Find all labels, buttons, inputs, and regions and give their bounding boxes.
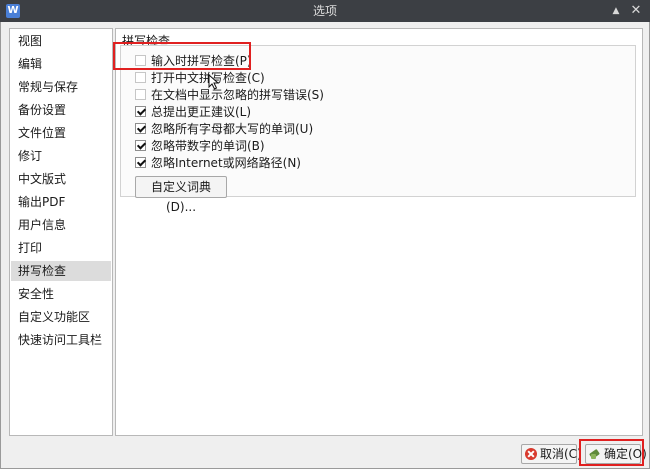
sidebar-item-revision[interactable]: 修订: [11, 146, 111, 166]
title-bar: W 选项 ▲ ✕: [0, 0, 650, 22]
sidebar-item-user-info[interactable]: 用户信息: [11, 215, 111, 235]
sidebar-item-export-pdf[interactable]: 输出PDF: [11, 192, 111, 212]
sidebar-item-customize-ribbon[interactable]: 自定义功能区: [11, 307, 111, 327]
checkbox-show-ignored-errors[interactable]: [135, 89, 146, 100]
sidebar-item-backup[interactable]: 备份设置: [11, 100, 111, 120]
cancel-icon: [525, 448, 537, 460]
close-icon[interactable]: ✕: [628, 3, 644, 19]
ok-button[interactable]: 确定(O): [585, 444, 647, 464]
sidebar-item-spellcheck[interactable]: 拼写检查: [11, 261, 111, 281]
sidebar-item-general-save[interactable]: 常规与保存: [11, 77, 111, 97]
option-always-suggest[interactable]: 总提出更正建议(L): [135, 104, 251, 120]
sidebar-item-security[interactable]: 安全性: [11, 284, 111, 304]
option-label: 忽略Internet或网络路径(N): [151, 156, 301, 170]
ok-label: 确定(O): [604, 447, 647, 461]
checkbox-ignore-numbers[interactable]: [135, 140, 146, 151]
cancel-button[interactable]: 取消(C): [521, 444, 582, 464]
settings-panel: 拼写检查 输入时拼写检查(P) 打开中文拼写检查(C) 在文档中显示忽略的拼写错…: [115, 28, 643, 436]
collapse-icon[interactable]: ▲: [608, 3, 624, 19]
checkbox-ignore-uppercase[interactable]: [135, 123, 146, 134]
option-label: 在文档中显示忽略的拼写错误(S): [151, 88, 324, 102]
option-label: 忽略带数字的单词(B): [151, 139, 265, 153]
custom-dictionary-button[interactable]: 自定义词典(D)...: [135, 176, 227, 214]
sidebar: 视图 编辑 常规与保存 备份设置 文件位置 修订 中文版式 输出PDF 用户信息…: [9, 28, 113, 436]
option-ignore-uppercase[interactable]: 忽略所有字母都大写的单词(U): [135, 121, 313, 137]
sidebar-item-quick-access-toolbar[interactable]: 快速访问工具栏: [11, 330, 111, 350]
option-chinese-spellcheck[interactable]: 打开中文拼写检查(C): [135, 70, 265, 86]
checkbox-chinese-spellcheck[interactable]: [135, 72, 146, 83]
option-check-while-typing[interactable]: 输入时拼写检查(P): [135, 53, 252, 69]
option-ignore-internet[interactable]: 忽略Internet或网络路径(N): [135, 155, 301, 171]
checkbox-ignore-internet[interactable]: [135, 157, 146, 168]
option-ignore-numbers[interactable]: 忽略带数字的单词(B): [135, 138, 265, 154]
sidebar-item-chinese-layout[interactable]: 中文版式: [11, 169, 111, 189]
option-label: 总提出更正建议(L): [151, 105, 252, 119]
sidebar-item-print[interactable]: 打印: [11, 238, 111, 258]
option-show-ignored-errors[interactable]: 在文档中显示忽略的拼写错误(S): [135, 87, 324, 103]
sidebar-item-view[interactable]: 视图: [11, 31, 111, 51]
sidebar-item-file-location[interactable]: 文件位置: [11, 123, 111, 143]
checkbox-check-while-typing[interactable]: [135, 55, 146, 66]
window-title: 选项: [312, 4, 337, 18]
options-dialog: 视图 编辑 常规与保存 备份设置 文件位置 修订 中文版式 输出PDF 用户信息…: [0, 22, 650, 469]
mouse-cursor-icon: [208, 74, 220, 90]
ok-icon: [589, 448, 601, 460]
cancel-label: 取消(C): [540, 447, 582, 461]
option-label: 忽略所有字母都大写的单词(U): [151, 122, 314, 136]
option-label: 输入时拼写检查(P): [151, 54, 252, 68]
spellcheck-group: 输入时拼写检查(P) 打开中文拼写检查(C) 在文档中显示忽略的拼写错误(S) …: [120, 45, 636, 214]
checkbox-always-suggest[interactable]: [135, 106, 146, 117]
sidebar-item-edit[interactable]: 编辑: [11, 54, 111, 74]
